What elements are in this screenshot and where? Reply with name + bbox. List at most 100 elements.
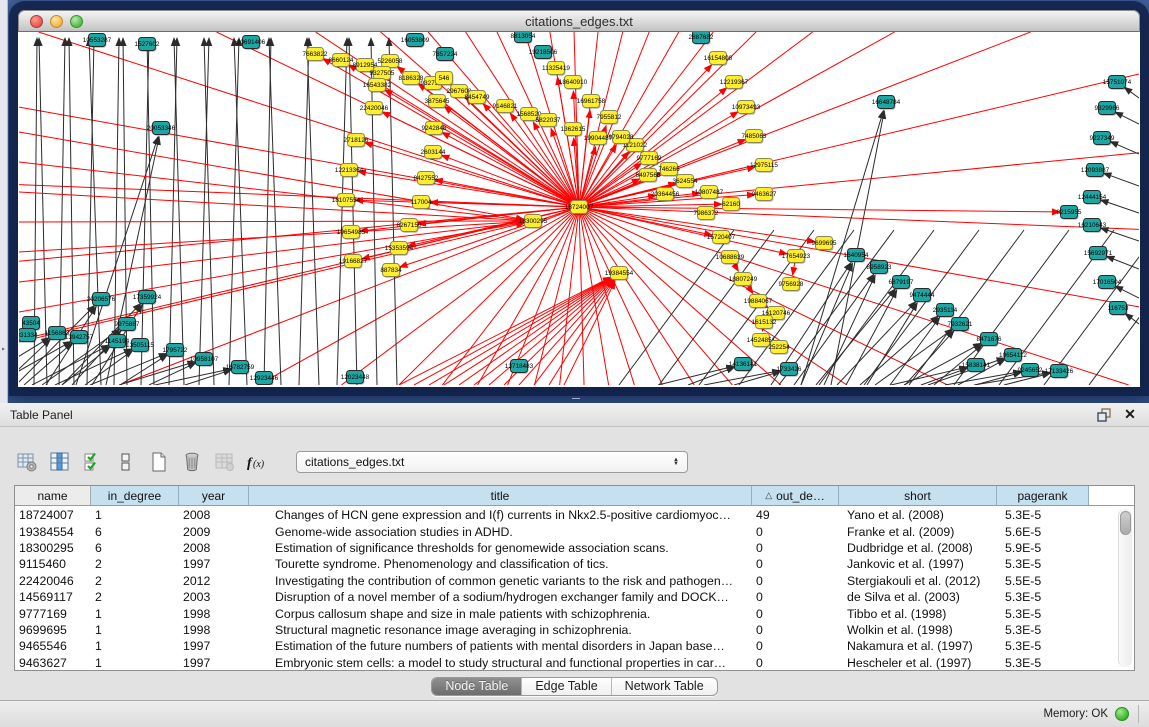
column-header-in_degree[interactable]: in_degree	[91, 486, 179, 505]
graph-node[interactable]: 20206576	[87, 293, 116, 307]
graph-node[interactable]: 16053809	[401, 34, 430, 48]
minimize-window-button[interactable]	[50, 15, 63, 28]
tab-node-table[interactable]: Node Table	[432, 678, 521, 695]
close-icon[interactable]: ✕	[1121, 406, 1139, 424]
graph-node[interactable]: 19166827	[339, 255, 368, 269]
table-row[interactable]: 1456911722003Disruption of a novel membe…	[15, 589, 1114, 605]
tab-edge-table[interactable]: Edge Table	[521, 678, 610, 695]
scrollbar-thumb[interactable]	[1120, 511, 1131, 535]
graph-node[interactable]: 18107554	[332, 194, 361, 208]
graph-node[interactable]: 6879197	[889, 276, 914, 290]
graph-node[interactable]: 10553287	[83, 34, 112, 48]
graph-node[interactable]: 10958107	[190, 353, 219, 367]
column-header-title[interactable]: title	[249, 486, 752, 505]
graph-node[interactable]: 13718483	[505, 360, 534, 374]
graph-node[interactable]: 5822037	[536, 114, 561, 128]
column-header-short[interactable]: short	[839, 486, 997, 505]
graph-node[interactable]: 9329966	[1095, 102, 1120, 116]
graph-node[interactable]: 9463627	[752, 188, 777, 202]
graph-node[interactable]: 15838141	[962, 359, 991, 373]
horizontal-splitter[interactable]	[0, 396, 1149, 403]
graph-node[interactable]: 12093887	[1081, 164, 1110, 178]
graph-node[interactable]: 10807487	[695, 186, 724, 200]
graph-node[interactable]: 11325419	[542, 62, 570, 76]
table-row[interactable]: 911546021997Tourette syndrome. Phenomeno…	[15, 556, 1114, 572]
graph-node[interactable]: 16961758	[577, 95, 606, 109]
graph-node[interactable]: 16648784	[872, 96, 901, 110]
graph-node[interactable]: 1733426	[777, 363, 802, 377]
graph-node[interactable]: 8660124	[329, 54, 354, 68]
graph-node[interactable]: 9756928	[779, 278, 804, 292]
graph-node[interactable]: 8813054	[511, 32, 536, 44]
graph-node[interactable]: 15692971	[1084, 247, 1113, 261]
graph-node[interactable]: 2603144	[421, 146, 446, 160]
graph-node[interactable]: 2887682	[689, 32, 714, 45]
graph-node[interactable]: 7485063	[742, 130, 767, 144]
graph-node[interactable]: 16154808	[704, 52, 733, 66]
graph-node[interactable]: 7857224	[433, 48, 458, 62]
graph-node[interactable]: 7663822	[303, 48, 328, 62]
graph-node[interactable]: 8454749	[465, 91, 490, 105]
graph-node[interactable]: 12923446	[250, 372, 279, 386]
select-all-icon[interactable]	[80, 449, 106, 475]
table-row[interactable]: 1830029562008Estimation of significance …	[15, 540, 1114, 556]
delete-column-icon[interactable]	[179, 449, 205, 475]
column-header-year[interactable]: year	[179, 486, 249, 505]
graph-node[interactable]: 17133426	[1045, 365, 1074, 379]
float-window-icon[interactable]	[1095, 406, 1113, 424]
graph-node[interactable]: 18640910	[559, 76, 588, 90]
graph-node[interactable]: 8427552	[414, 172, 439, 186]
graph-node[interactable]: 9245652	[1018, 364, 1043, 378]
column-visibility-icon[interactable]	[47, 449, 73, 475]
graph-node[interactable]: 9474444	[910, 289, 935, 303]
memory-status-indicator[interactable]	[1115, 707, 1129, 721]
graph-node[interactable]: 8215955	[1057, 206, 1082, 220]
graph-node[interactable]: 15353594	[385, 242, 414, 256]
table-row[interactable]: 2242004622012Investigating the contribut…	[15, 573, 1114, 589]
table-mode-icon[interactable]	[14, 449, 40, 475]
graph-node[interactable]: 14136141	[729, 358, 758, 372]
graph-node[interactable]: 8471676	[977, 333, 1002, 347]
zoom-window-button[interactable]	[70, 15, 83, 28]
graph-node[interactable]: 20691406	[237, 36, 266, 50]
table-row[interactable]: 1938455462009Genome-wide association stu…	[15, 523, 1114, 539]
graph-node[interactable]: 12444154	[1078, 191, 1107, 205]
column-header-name[interactable]: name	[15, 486, 91, 505]
graph-node[interactable]: 17654923	[782, 250, 811, 264]
network-canvas[interactable]: 10553287 1527602 20691406 160538097857224 88…	[19, 32, 1139, 385]
graph-node[interactable]: 20053346	[147, 122, 176, 136]
column-header-out_de[interactable]: △out_de…	[752, 486, 839, 505]
graph-node[interactable]: 6794028	[609, 131, 634, 145]
close-window-button[interactable]	[30, 15, 43, 28]
graph-node[interactable]: 1527602	[135, 38, 160, 52]
graph-node[interactable]: 19218506	[529, 46, 558, 60]
graph-node[interactable]: 546	[436, 72, 454, 86]
clear-selection-icon[interactable]	[113, 449, 139, 475]
table-row[interactable]: 1872400712008Changes of HCN gene express…	[15, 507, 1114, 523]
tab-network-table[interactable]: Network Table	[611, 678, 717, 695]
panel-collapse-arrow[interactable]: ‣	[1, 345, 6, 354]
graph-node[interactable]: 13505115	[126, 339, 154, 353]
graph-node[interactable]: 887834	[380, 264, 402, 278]
graph-node[interactable]: 12219367	[720, 76, 749, 90]
graph-node[interactable]: 17359924	[133, 291, 162, 305]
table-row[interactable]: 946362711997Embryonic stem cells: a mode…	[15, 655, 1114, 670]
graph-node[interactable]: 746266	[658, 163, 680, 177]
graph-node[interactable]: 9699695	[812, 237, 837, 251]
network-window-titlebar[interactable]: citations_edges.txt	[18, 10, 1140, 32]
graph-node[interactable]: 117004	[411, 196, 432, 210]
table-selector-dropdown[interactable]: citations_edges.txt ▲▼	[296, 451, 688, 473]
graph-node[interactable]: 3624554	[673, 175, 698, 189]
graph-node[interactable]: 12213364	[335, 164, 364, 178]
graph-node[interactable]: 15720407	[707, 231, 736, 245]
function-builder-icon[interactable]: f(x)	[245, 449, 271, 475]
graph-node[interactable]: 2718126	[344, 134, 369, 148]
table-row[interactable]: 946554611997Estimation of the future num…	[15, 638, 1114, 654]
graph-node[interactable]: 8267150	[397, 219, 422, 233]
graph-node[interactable]: 331334	[19, 329, 38, 343]
vertical-scrollbar[interactable]	[1118, 509, 1132, 667]
graph-node[interactable]: 15751074	[1103, 76, 1132, 90]
graph-node[interactable]: 1362615	[561, 123, 586, 137]
graph-node[interactable]: 2935114	[933, 304, 958, 318]
table-row[interactable]: 977716911998Corpus callosum shape and si…	[15, 605, 1114, 621]
